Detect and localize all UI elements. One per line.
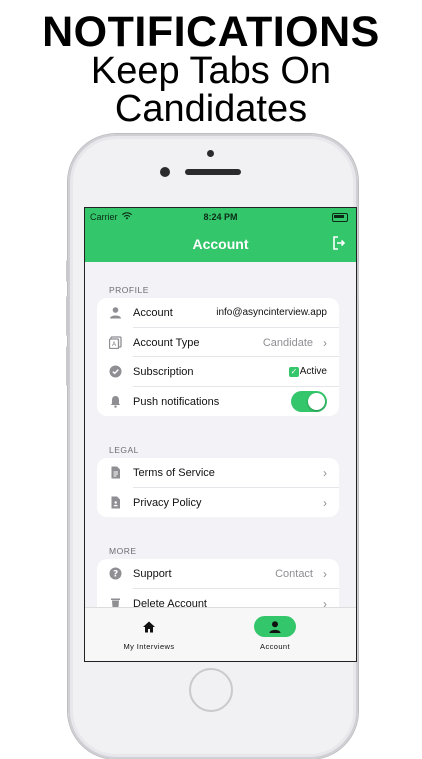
support-value: Contact: [275, 568, 313, 580]
settings-list[interactable]: PROFILE Account info@asyncinterview.app …: [85, 262, 356, 607]
question-circle-icon: ?: [109, 567, 122, 580]
more-group: ? Support Contact › Delete Account ›: [97, 559, 339, 607]
push-notifications-label: Push notifications: [133, 395, 220, 408]
tab-label: Account: [260, 642, 290, 651]
legal-group: Terms of Service › Privacy Policy ›: [97, 458, 339, 517]
delete-account-label: Delete Account: [133, 597, 207, 608]
phone-volume-up: [66, 296, 69, 336]
subscription-label: Subscription: [133, 366, 194, 378]
section-header-legal: LEGAL: [109, 445, 139, 455]
support-label: Support: [133, 568, 172, 580]
account-type-value: Candidate: [262, 336, 313, 349]
push-notifications-row: Push notifications: [97, 387, 339, 417]
phone-mute-switch: [66, 260, 69, 282]
tab-my-interviews[interactable]: My Interviews: [99, 616, 199, 656]
subscription-row[interactable]: Subscription ✓ Active: [97, 357, 339, 387]
nav-bar: Account: [85, 226, 356, 262]
verified-badge-icon: [109, 365, 122, 378]
account-type-row[interactable]: A Account Type Candidate ›: [97, 328, 339, 357]
profile-group: Account info@asyncinterview.app A Accoun…: [97, 298, 339, 416]
tab-label: My Interviews: [123, 642, 175, 651]
chevron-right-icon: ›: [323, 596, 327, 608]
status-bar: Carrier 8:24 PM: [85, 208, 356, 226]
terms-of-service-row[interactable]: Terms of Service ›: [97, 458, 339, 488]
chevron-right-icon: ›: [323, 335, 327, 350]
promo-subtitle-line-2: Candidates: [114, 88, 308, 130]
support-row[interactable]: ? Support Contact ›: [97, 559, 339, 589]
section-header-more: MORE: [109, 546, 137, 556]
id-card-icon: A: [109, 335, 122, 349]
chevron-right-icon: ›: [323, 567, 327, 581]
phone-home-button[interactable]: [189, 668, 233, 712]
document-icon: [111, 466, 120, 479]
privacy-policy-row[interactable]: Privacy Policy ›: [97, 488, 339, 518]
house-icon: [143, 621, 155, 633]
checkbox-checked-icon: ✓: [289, 367, 299, 377]
chevron-right-icon: ›: [323, 495, 327, 510]
account-row[interactable]: Account info@asyncinterview.app: [97, 298, 339, 328]
privacy-document-icon: [111, 496, 120, 508]
svg-text:?: ?: [113, 570, 118, 580]
delete-account-row[interactable]: Delete Account ›: [97, 589, 339, 608]
phone-front-camera: [160, 167, 170, 177]
terms-label: Terms of Service: [133, 467, 215, 479]
phone-speaker: [185, 169, 241, 175]
phone-volume-down: [66, 346, 69, 386]
page-title: Account: [192, 236, 249, 252]
account-label: Account: [133, 307, 173, 319]
push-notifications-toggle[interactable]: [291, 390, 327, 412]
app-screen: Carrier 8:24 PM Account PROFILE Account …: [84, 207, 357, 662]
privacy-label: Privacy Policy: [133, 496, 202, 509]
promo-headline: NOTIFICATIONS: [42, 8, 380, 56]
person-icon: [110, 307, 121, 319]
tab-account[interactable]: Account: [225, 616, 325, 656]
tab-pill: [128, 616, 170, 637]
subscription-status: Active: [299, 366, 327, 377]
tab-bar: My Interviews Account: [85, 607, 356, 661]
bell-icon: [110, 395, 121, 408]
battery-icon: [332, 213, 348, 222]
logout-icon[interactable]: [332, 236, 346, 250]
phone-sensor: [207, 150, 214, 157]
section-header-profile: PROFILE: [109, 285, 149, 295]
tab-pill-active: [254, 616, 296, 637]
account-email: info@asyncinterview.app: [216, 307, 327, 318]
promo-subtitle-line-1: Keep Tabs On: [90, 50, 332, 92]
status-time: 8:24 PM: [203, 212, 238, 222]
chevron-right-icon: ›: [323, 466, 327, 480]
person-icon: [269, 621, 281, 633]
trash-icon: [111, 598, 120, 607]
account-type-label: Account Type: [133, 336, 200, 349]
